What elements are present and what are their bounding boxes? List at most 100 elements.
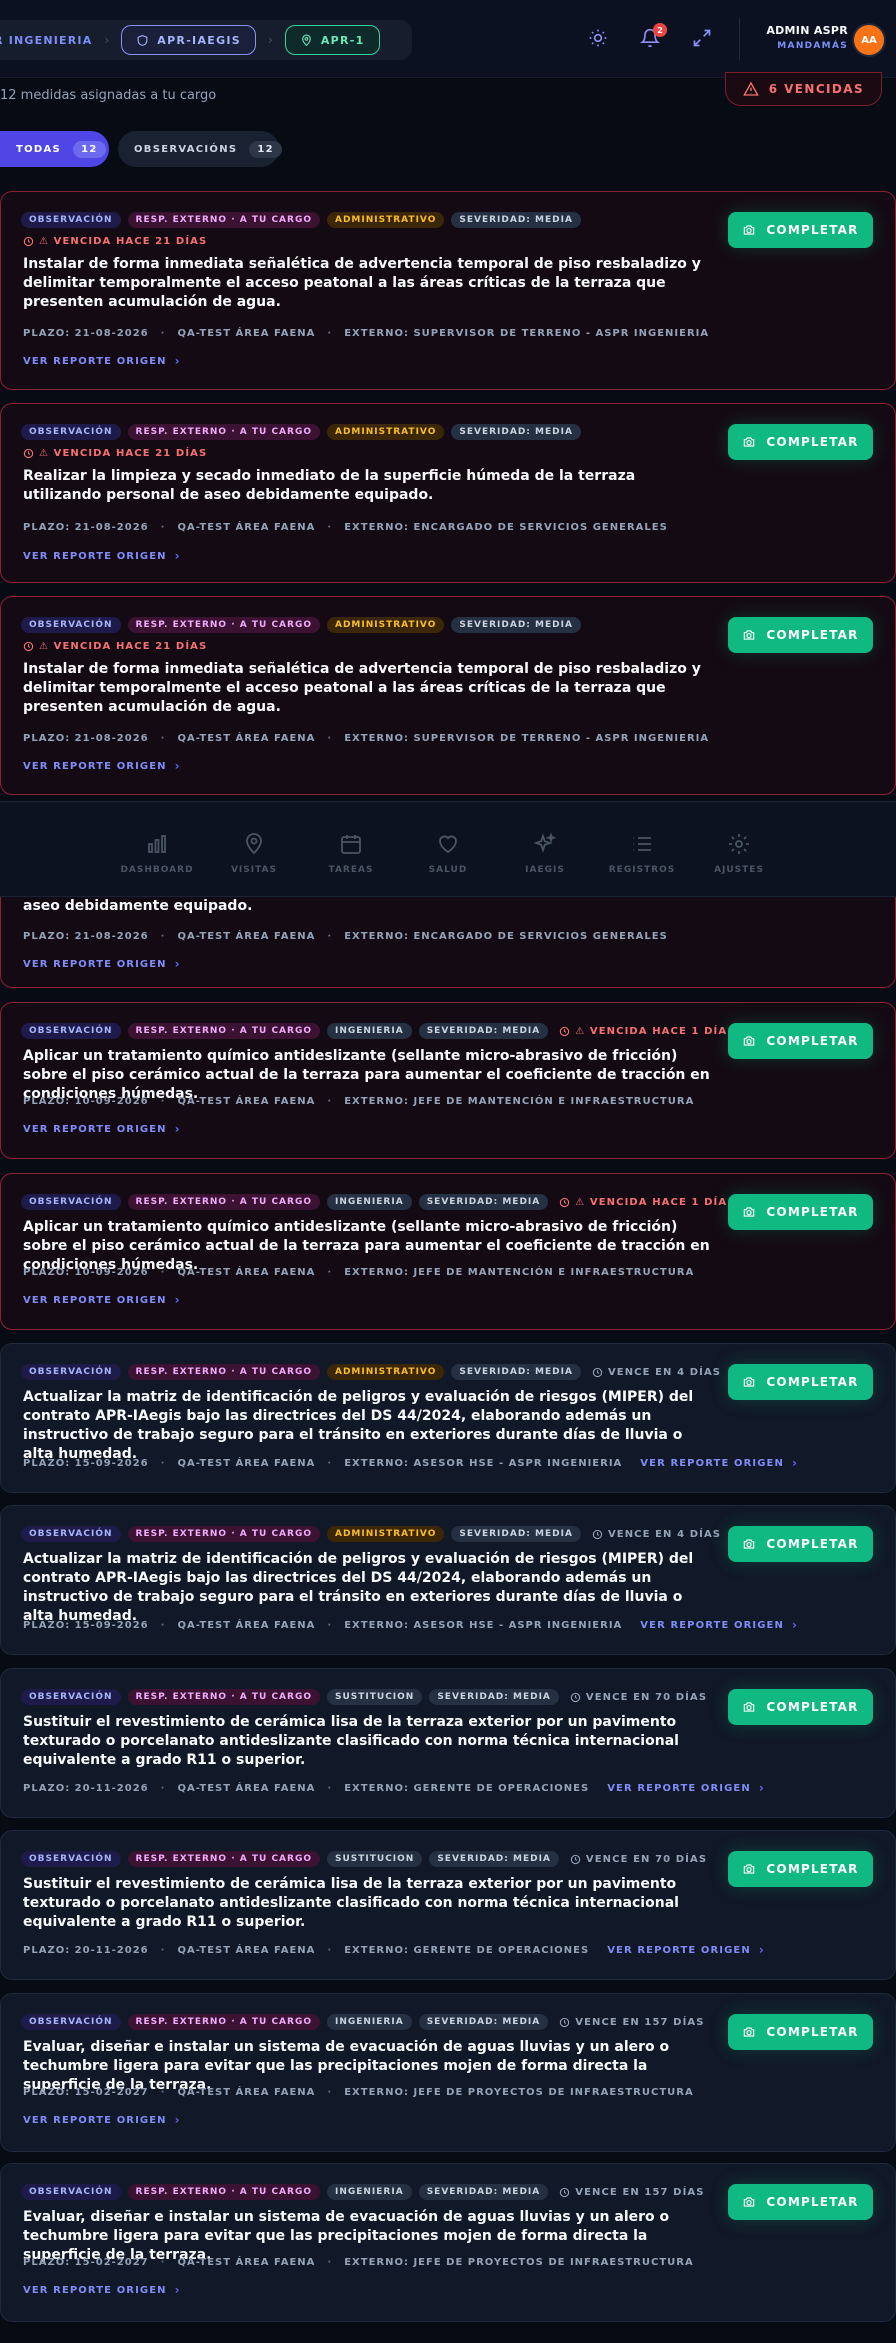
tag-badge: RESP. EXTERNO · A TU CARGO: [127, 2184, 320, 2200]
measure-meta: PLAZO: 21-08-2026 · QA-TEST ÁREA FAENA · EXT…: [23, 733, 709, 744]
view-source-report-link[interactable]: VER REPORTE ORIGEN ›: [607, 1781, 765, 1795]
nav-item-iaegis[interactable]: IAEGIS: [497, 802, 594, 896]
tag-badge: RESP. EXTERNO · A TU CARGO: [127, 424, 320, 440]
complete-button-label: COMPLETAR: [766, 1034, 859, 1048]
clock-icon: [560, 1197, 570, 1207]
tag-badge: OBSERVACIÓN: [21, 1023, 121, 1039]
measure-card: OBSERVACIÓN RESP. EXTERNO · A TU CARGO ADM…: [0, 1505, 896, 1655]
area-text: QA-TEST ÁREA FAENA: [177, 328, 316, 339]
tag-badge: OBSERVACIÓN: [21, 424, 121, 440]
filter-tab-observaciones[interactable]: OBSERVACIÓNS 12: [118, 131, 282, 167]
complete-button[interactable]: COMPLETAR: [728, 2014, 873, 2050]
deadline-text: PLAZO: 15-02-2027: [23, 2087, 149, 2098]
card-badges: OBSERVACIÓN RESP. EXTERNO · A TU CARGO ADM…: [21, 212, 581, 228]
view-source-report-link[interactable]: VER REPORTE ORIGEN ›: [23, 759, 181, 773]
project-selector[interactable]: APR-IAEGIS: [121, 25, 257, 55]
responsible-text: EXTERNO: SUPERVISOR DE TERRENO - ASPR IN…: [344, 328, 710, 339]
complete-button[interactable]: COMPLETAR: [728, 1689, 873, 1725]
chevron-right-icon: ›: [268, 33, 273, 47]
complete-button[interactable]: COMPLETAR: [728, 1364, 873, 1400]
view-source-report-link[interactable]: VER REPORTE ORIGEN ›: [640, 1618, 798, 1632]
complete-button[interactable]: COMPLETAR: [728, 617, 873, 653]
chevron-right-icon: ›: [174, 1122, 181, 1136]
tag-badge: OBSERVACIÓN: [21, 617, 121, 633]
fullscreen-expand-icon[interactable]: [690, 26, 714, 50]
responsible-text: EXTERNO: GERENTE DE OPERACIONES: [344, 1782, 590, 1794]
link-label: VER REPORTE ORIGEN: [23, 550, 167, 562]
view-source-report-link[interactable]: VER REPORTE ORIGEN ›: [23, 957, 181, 971]
deadline-text: PLAZO: 21-08-2026: [23, 931, 149, 942]
avatar[interactable]: AA: [854, 25, 884, 55]
bar-chart-icon: [148, 835, 166, 853]
deadline-text: PLAZO: 20-11-2026: [23, 1782, 149, 1794]
measure-title: Realizar la limpieza y secado inmediato …: [23, 468, 636, 503]
deadline-text: PLAZO: 15-02-2027: [23, 2257, 149, 2268]
measure-card: OBSERVACIÓN RESP. EXTERNO · A TU CARGO ING…: [0, 1002, 896, 1159]
camera-icon: [744, 437, 755, 447]
view-source-report-link[interactable]: VER REPORTE ORIGEN ›: [640, 1456, 798, 1470]
view-source-report-link[interactable]: VER REPORTE ORIGEN ›: [607, 1943, 765, 1957]
measure-card: OBSERVACIÓN RESP. EXTERNO · A TU CARGO ING…: [0, 2163, 896, 2322]
measure-card: OBSERVACIÓN RESP. EXTERNO · A TU CARGO SUS…: [0, 1830, 896, 1980]
view-source-report-link[interactable]: VER REPORTE ORIGEN ›: [23, 2283, 181, 2297]
nav-item-registros[interactable]: REGISTROS: [594, 802, 691, 896]
due-status: VENCE EN 157 DÍAS: [559, 2187, 704, 2198]
overdue-count-badge[interactable]: 6 VENCIDAS: [724, 72, 882, 106]
view-source-report-link[interactable]: VER REPORTE ORIGEN ›: [23, 354, 181, 368]
notifications-bell-icon[interactable]: 2: [638, 23, 667, 50]
meta-separator: ·: [327, 522, 333, 533]
tag-badge: RESP. EXTERNO · A TU CARGO: [127, 1689, 320, 1705]
due-status: ⚠ VENCIDA HACE 21 DÍAS: [23, 641, 207, 652]
complete-button[interactable]: COMPLETAR: [728, 1023, 873, 1059]
link-label: VER REPORTE ORIGEN: [23, 760, 167, 772]
view-source-report-link[interactable]: VER REPORTE ORIGEN ›: [23, 2113, 181, 2127]
complete-button[interactable]: COMPLETAR: [728, 212, 873, 248]
measure-card: OBSERVACIÓN RESP. EXTERNO · A TU CARGO ADM…: [0, 1343, 896, 1493]
camera-icon: [744, 1036, 755, 1046]
nav-item-salud[interactable]: SALUD: [400, 802, 497, 896]
location-selector[interactable]: APR-1: [284, 25, 380, 55]
user-info[interactable]: ADMIN ASPR MANDAMÁS: [766, 24, 848, 51]
tag-badge: OBSERVACIÓN: [21, 1526, 121, 1542]
complete-button[interactable]: COMPLETAR: [728, 424, 873, 460]
complete-button[interactable]: COMPLETAR: [728, 1194, 873, 1230]
due-status-text: VENCE EN 4 DÍAS: [607, 1528, 722, 1540]
tag-badge: SEVERIDAD: MEDIA: [429, 1851, 559, 1867]
responsible-text: EXTERNO: SUPERVISOR DE TERRENO - ASPR IN…: [344, 733, 710, 744]
tag-badge: SEVERIDAD: MEDIA: [451, 212, 581, 228]
complete-button[interactable]: COMPLETAR: [728, 2184, 873, 2220]
due-status: VENCE EN 70 DÍAS: [570, 1692, 707, 1703]
camera-icon: [744, 630, 755, 640]
meta-separator: ·: [160, 1096, 166, 1107]
view-source-report-link[interactable]: VER REPORTE ORIGEN ›: [23, 1122, 181, 1136]
clock-icon: [592, 1529, 603, 1539]
project-label: APR-IAEGIS: [157, 33, 242, 47]
nav-item-visitas[interactable]: VISITAS: [206, 802, 303, 896]
meta-separator: ·: [160, 522, 166, 533]
complete-button[interactable]: COMPLETAR: [728, 1851, 873, 1887]
meta-separator: ·: [327, 328, 333, 339]
measure-title: aseo debidamente equipado.: [23, 898, 253, 914]
theme-toggle-sun-icon[interactable]: [586, 26, 610, 50]
nav-item-dashboard[interactable]: DASHBOARD: [109, 802, 206, 896]
camera-icon: [744, 1864, 755, 1874]
nav-item-tareas[interactable]: TAREAS: [303, 802, 400, 896]
settings-icon: [729, 834, 749, 854]
camera-icon: [744, 1539, 755, 1549]
nav-item-ajustes[interactable]: AJUSTES: [691, 802, 788, 896]
measure-meta: PLAZO: 15-09-2026 · QA-TEST ÁREA FAENA · EXT…: [23, 1618, 798, 1632]
deadline-text: PLAZO: 15-09-2026: [23, 1457, 149, 1469]
breadcrumb-company[interactable]: R INGENIERIA: [0, 34, 92, 47]
view-source-report-link[interactable]: VER REPORTE ORIGEN ›: [23, 549, 181, 563]
due-status-text: ⚠ VENCIDA HACE 1 DÍA: [575, 1025, 728, 1037]
complete-button[interactable]: COMPLETAR: [728, 1526, 873, 1562]
tag-badge: RESP. EXTERNO · A TU CARGO: [127, 1364, 320, 1380]
meta-separator: ·: [327, 2087, 333, 2098]
view-source-report-link[interactable]: VER REPORTE ORIGEN ›: [23, 1293, 181, 1307]
header-divider: [739, 18, 740, 60]
camera-icon: [744, 225, 755, 235]
complete-button-label: COMPLETAR: [766, 1862, 859, 1876]
measure-title: Sustituir el revestimiento de cerámica l…: [23, 1876, 679, 1930]
filter-tab-todas[interactable]: TODAS 12: [0, 131, 109, 167]
tag-badge: OBSERVACIÓN: [21, 2014, 121, 2030]
